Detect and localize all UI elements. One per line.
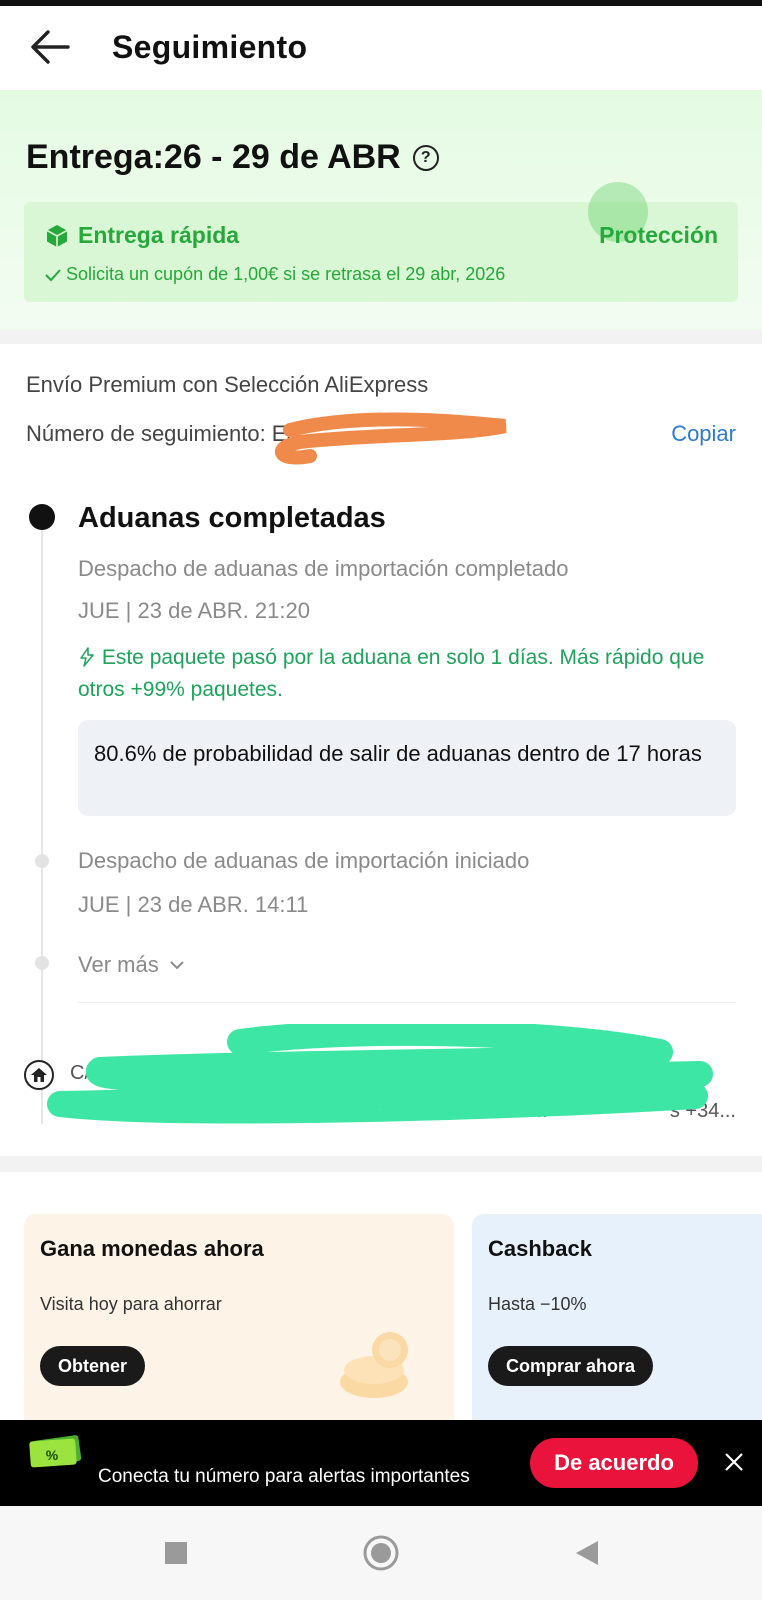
fast-delivery-box[interactable]: Entrega rápida Protección Solicita un cu… (24, 182, 738, 302)
home-button[interactable] (351, 1523, 411, 1583)
back-nav-button[interactable] (557, 1523, 617, 1583)
svg-text:%: % (46, 1447, 59, 1463)
agree-button[interactable]: De acuerdo (530, 1438, 698, 1488)
chevron-down-icon (169, 961, 184, 970)
promo-subtitle: Hasta −10% (488, 1294, 587, 1314)
see-more-label: Ver más (78, 952, 159, 977)
customs-probability-box: 80.6% de probabilidad de salir de aduana… (78, 720, 736, 816)
redaction-scribble (274, 412, 507, 465)
cashback-promo-card[interactable]: Cashback Hasta −10% Comprar ahora (472, 1214, 762, 1434)
promo-section: Gana monedas ahora Visita hoy para ahorr… (0, 1172, 762, 1434)
page-title: Seguimiento (112, 28, 308, 65)
event-time: JUE | 23 de ABR. 14:11 (78, 892, 309, 917)
redaction-scribble (47, 1024, 713, 1124)
fast-delivery-text: Entrega rápida (78, 222, 240, 248)
customs-speed-text: Este paquete pasó por la aduana en solo … (78, 646, 705, 701)
close-button[interactable] (714, 1442, 754, 1482)
shipping-method: Envío Premium con Selección AliExpress (26, 372, 429, 397)
coupon-text: Solicita un cupón de 1,00€ si se retrasa… (66, 264, 506, 284)
coins-icon (340, 1332, 408, 1398)
shop-now-button[interactable]: Comprar ahora (488, 1346, 654, 1386)
promo-title: Gana monedas ahora (40, 1236, 264, 1261)
recents-button[interactable] (146, 1523, 206, 1583)
system-nav-bar (0, 1506, 762, 1600)
see-more-button[interactable]: Ver más (78, 952, 185, 978)
lightning-icon (80, 647, 94, 667)
arrow-left-icon (31, 30, 70, 64)
phone-alerts-banner: % Conecta tu número para alertas importa… (0, 1420, 762, 1506)
square-icon (164, 1542, 187, 1564)
event-time: JUE | 23 de ABR. 21:20 (78, 598, 310, 623)
app-header: Seguimiento (0, 6, 762, 88)
timeline-dot (35, 956, 49, 970)
timeline-dot (35, 854, 49, 868)
check-icon (45, 268, 61, 281)
protection-label: Protección (599, 222, 718, 248)
event-description: Despacho de aduanas de importación compl… (78, 556, 569, 581)
delivery-date: Entrega:26 - 29 de ABR ? (26, 138, 439, 177)
fast-delivery-label: Entrega rápida (44, 222, 239, 249)
promo-subtitle: Visita hoy para ahorrar (40, 1294, 222, 1314)
delivery-estimate-card: Entrega:26 - 29 de ABR ? Entrega rápida … (0, 90, 762, 330)
event-description: Despacho de aduanas de importación inici… (78, 848, 530, 873)
customs-speed-note: Este paquete pasó por la aduana en solo … (78, 642, 718, 706)
circle-icon (363, 1535, 399, 1571)
promo-title: Cashback (488, 1236, 592, 1261)
divider (78, 1002, 736, 1003)
section-divider (0, 330, 762, 344)
tracking-status-title: Aduanas completadas (78, 502, 386, 534)
coins-promo-card[interactable]: Gana monedas ahora Visita hoy para ahorr… (24, 1214, 454, 1434)
delivery-date-text: Entrega:26 - 29 de ABR (26, 138, 401, 176)
ticket-icon: % (29, 1435, 82, 1468)
triangle-back-icon (575, 1541, 598, 1565)
back-button[interactable] (0, 6, 100, 88)
timeline-dot-current (29, 504, 55, 530)
section-divider (0, 1156, 762, 1172)
cube-icon (46, 224, 68, 247)
alerts-text: Conecta tu número para alertas important… (98, 1466, 470, 1487)
close-icon (725, 1453, 743, 1471)
help-icon[interactable]: ? (412, 144, 439, 171)
coupon-note: Solicita un cupón de 1,00€ si se retrasa… (44, 264, 505, 285)
get-coins-button[interactable]: Obtener (40, 1346, 146, 1386)
copy-button[interactable]: Copiar (671, 421, 736, 447)
